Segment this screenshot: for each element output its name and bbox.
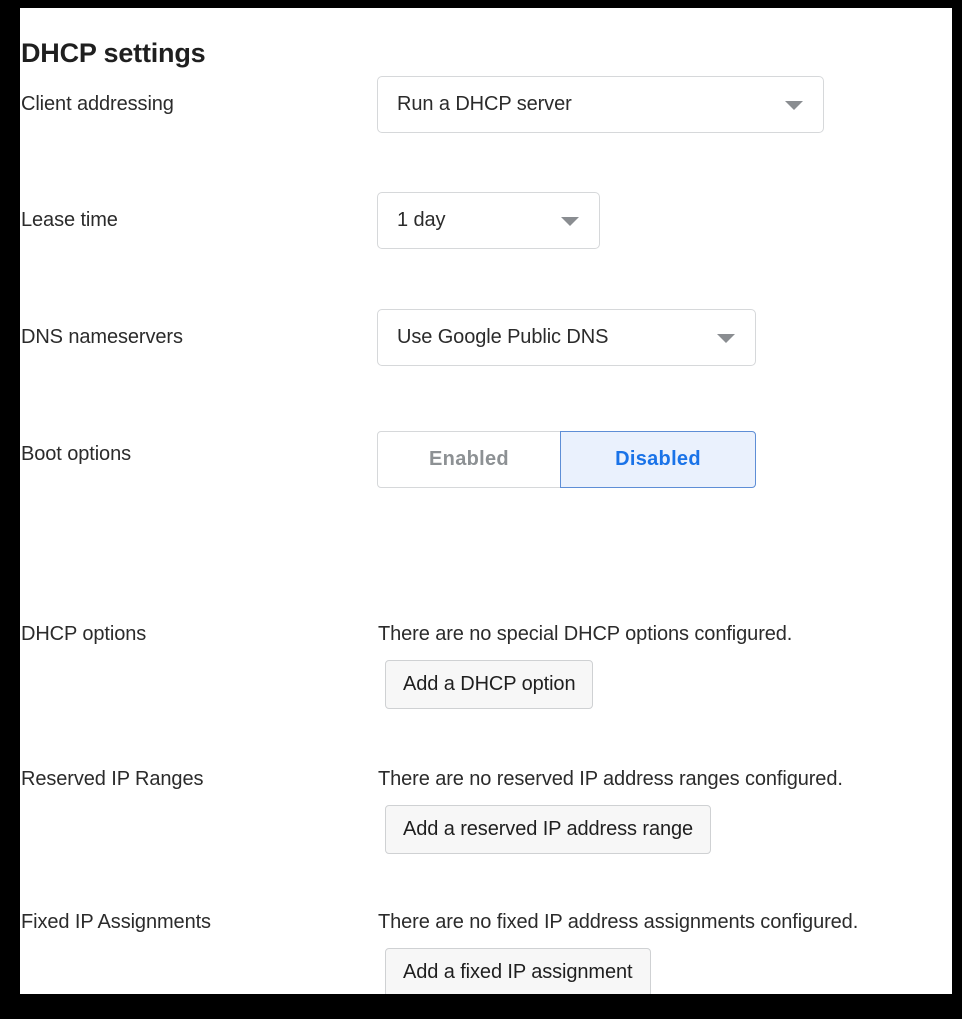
row-client-addressing: Client addressing Run a DHCP server	[20, 76, 952, 176]
add-dhcp-option-button[interactable]: Add a DHCP option	[385, 660, 594, 709]
add-fixed-ip-assignment-button[interactable]: Add a fixed IP assignment	[385, 948, 651, 994]
select-client-addressing[interactable]: Run a DHCP server	[377, 76, 824, 133]
row-dns-nameservers: DNS nameservers Use Google Public DNS	[20, 309, 952, 409]
boot-options-disabled-button[interactable]: Disabled	[560, 431, 756, 488]
chevron-down-icon	[717, 333, 735, 343]
dhcp-options-empty-text: There are no special DHCP options config…	[378, 623, 793, 645]
page-title: DHCP settings	[21, 38, 206, 69]
row-fixed-ip-assignments: Fixed IP Assignments There are no fixed …	[20, 906, 952, 994]
screenshot-frame: DHCP settings Client addressing Run a DH…	[0, 0, 962, 1019]
boot-options-enabled-button[interactable]: Enabled	[377, 431, 561, 488]
chevron-down-icon	[785, 100, 803, 110]
label-dhcp-options: DHCP options	[21, 623, 147, 645]
row-dhcp-options: DHCP options There are no special DHCP o…	[20, 618, 952, 738]
dhcp-settings-panel: DHCP settings Client addressing Run a DH…	[20, 8, 952, 994]
control-client-addressing: Run a DHCP server	[377, 76, 824, 133]
select-dns-nameservers[interactable]: Use Google Public DNS	[377, 309, 756, 366]
label-fixed-ip-assignments: Fixed IP Assignments	[21, 911, 211, 933]
fixed-ip-assignments-empty-text: There are no fixed IP address assignment…	[378, 911, 859, 933]
label-lease-time: Lease time	[21, 209, 118, 231]
select-lease-time[interactable]: 1 day	[377, 192, 600, 249]
control-lease-time: 1 day	[377, 192, 600, 249]
add-reserved-ip-range-button[interactable]: Add a reserved IP address range	[385, 805, 712, 854]
row-boot-options: Boot options Enabled Disabled	[20, 426, 952, 526]
select-client-addressing-value: Run a DHCP server	[397, 93, 572, 115]
chevron-down-icon	[561, 216, 579, 226]
select-dns-nameservers-value: Use Google Public DNS	[397, 326, 609, 348]
control-dns-nameservers: Use Google Public DNS	[377, 309, 756, 366]
label-dns-nameservers: DNS nameservers	[21, 326, 183, 348]
label-boot-options: Boot options	[21, 443, 131, 465]
control-boot-options: Enabled Disabled	[377, 431, 756, 488]
segmented-boot-options: Enabled Disabled	[377, 431, 756, 488]
row-reserved-ip-ranges: Reserved IP Ranges There are no reserved…	[20, 763, 952, 883]
reserved-ip-ranges-empty-text: There are no reserved IP address ranges …	[378, 768, 843, 790]
row-lease-time: Lease time 1 day	[20, 192, 952, 292]
label-reserved-ip-ranges: Reserved IP Ranges	[21, 768, 204, 790]
select-lease-time-value: 1 day	[397, 209, 446, 231]
label-client-addressing: Client addressing	[21, 93, 174, 115]
